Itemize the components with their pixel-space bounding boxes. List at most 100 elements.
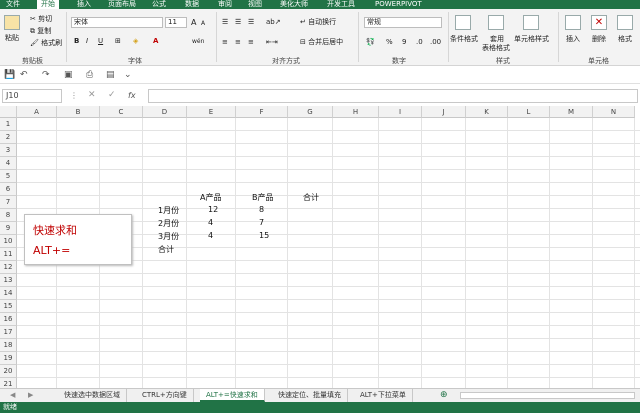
cell-feb-a[interactable]: 4 [208,218,213,227]
tab-powerpivot[interactable]: POWERPIVOT [375,0,422,9]
conditional-format-button[interactable]: 条件格式 [450,35,478,44]
row-header[interactable]: 16 [0,313,17,326]
tab-home[interactable]: 开始 [37,0,59,9]
delete-cells-icon[interactable]: ✕ [591,15,607,30]
format-as-table-line1[interactable]: 套用 [490,35,504,44]
number-format-select[interactable]: 常规 [364,17,442,28]
grow-font-button[interactable]: A [191,18,196,27]
column-header[interactable]: B [57,106,100,118]
sheet-tab-alt-dropdown[interactable]: ALT+下拉菜单 [354,389,413,402]
cell-feb-b[interactable]: 7 [259,218,264,227]
header-b-product[interactable]: B产品 [252,192,274,203]
indent-icon[interactable]: ⇤⇥ [266,38,278,47]
header-total[interactable]: 合计 [303,192,319,203]
column-header[interactable]: J [422,106,466,118]
column-header[interactable]: F [236,106,288,118]
print-icon[interactable]: ⎙ [86,70,93,80]
row-header[interactable]: 15 [0,300,17,313]
row-label-jan[interactable]: 1月份 [158,205,179,216]
tab-page-layout[interactable]: 页面布局 [108,0,136,9]
shrink-font-button[interactable]: A [201,19,205,28]
row-label-total[interactable]: 合计 [158,244,174,255]
column-header[interactable]: G [288,106,333,118]
row-header[interactable]: 2 [0,131,17,144]
cell-mar-b[interactable]: 15 [259,231,269,240]
save-icon[interactable]: 💾 [4,70,15,80]
insert-cells-icon[interactable] [565,15,581,30]
column-header[interactable]: D [143,106,187,118]
border-icon[interactable]: ⊞ [115,37,121,46]
column-header[interactable]: A [17,106,57,118]
align-middle-icon[interactable]: ☰ [235,18,241,27]
orientation-icon[interactable]: ab↗ [266,18,281,27]
sheet-tab-ctrl-arrow[interactable]: CTRL+方向键 [136,389,194,402]
cut-button[interactable]: ✂ 剪切 [30,15,52,24]
row-header[interactable]: 21 [0,378,17,388]
cell-styles-icon[interactable] [523,15,539,30]
undo-icon[interactable]: ↶ [20,70,28,80]
insert-cells-button[interactable]: 插入 [566,35,580,44]
align-left-icon[interactable]: ≡ [222,38,228,47]
align-right-icon[interactable]: ≡ [248,38,254,47]
cell-mar-a[interactable]: 4 [208,231,213,240]
paste-icon[interactable] [4,15,20,30]
insert-function-button[interactable]: fx [128,91,136,100]
column-header[interactable]: I [379,106,422,118]
format-painter-button[interactable]: 🖌 格式刷 [30,39,62,48]
increase-decimal-icon[interactable]: .0 [416,38,423,47]
column-header[interactable]: M [550,106,593,118]
tab-formulas[interactable]: 公式 [152,0,166,9]
tab-view[interactable]: 视图 [248,0,262,9]
row-header[interactable]: 14 [0,287,17,300]
tab-file[interactable]: 文件 [6,0,20,9]
currency-icon[interactable]: 💱 [366,38,375,47]
paste-button[interactable]: 粘贴 [5,34,19,43]
column-header[interactable]: E [187,106,236,118]
redo-icon[interactable]: ↷ [42,70,50,80]
row-header[interactable]: 20 [0,365,17,378]
format-as-table-line2[interactable]: 表格格式 [482,44,510,53]
cell-jan-a[interactable]: 12 [208,205,218,214]
name-box-options-icon[interactable]: ⋮ [70,91,78,100]
column-header[interactable]: K [466,106,508,118]
row-header[interactable]: 10 [0,235,17,248]
customize-icon[interactable]: ⌄ [124,70,132,80]
delete-cells-button[interactable]: 删除 [592,35,606,44]
table-format-icon[interactable] [488,15,504,30]
font-name-select[interactable]: 宋体 [71,17,163,28]
phonetic-button[interactable]: wén [192,37,204,46]
row-label-feb[interactable]: 2月份 [158,218,179,229]
row-header[interactable]: 1 [0,118,17,131]
row-label-mar[interactable]: 3月份 [158,231,179,242]
align-top-icon[interactable]: ☰ [222,18,228,27]
formula-input[interactable] [148,89,638,103]
align-center-icon[interactable]: ≡ [235,38,241,47]
format-cells-button[interactable]: 格式 [618,35,632,44]
preview-icon[interactable]: ▣ [64,70,73,80]
comma-button[interactable]: 9 [402,38,406,47]
decrease-decimal-icon[interactable]: .00 [430,38,441,47]
horizontal-scrollbar[interactable] [460,392,635,399]
row-header[interactable]: 7 [0,196,17,209]
name-box[interactable]: J10 [2,89,62,103]
tab-beautify[interactable]: 美化大师 [280,0,308,9]
row-header[interactable]: 5 [0,170,17,183]
row-header[interactable]: 6 [0,183,17,196]
merge-center-button[interactable]: ⊟ 合并后居中 [300,38,343,47]
column-header[interactable]: N [593,106,635,118]
row-header[interactable]: 17 [0,326,17,339]
scroll-left-icon[interactable]: ◀ [4,389,21,402]
wrap-text-button[interactable]: ↵ 自动换行 [300,18,336,27]
row-header[interactable]: 12 [0,261,17,274]
row-header[interactable]: 18 [0,339,17,352]
scroll-right-icon[interactable]: ▶ [22,389,39,402]
tab-developer[interactable]: 开发工具 [327,0,355,9]
select-all-corner[interactable] [0,106,17,118]
row-header[interactable]: 3 [0,144,17,157]
row-header[interactable]: 11 [0,248,17,261]
tab-insert[interactable]: 插入 [77,0,91,9]
add-sheet-button[interactable]: ⊕ [434,389,454,402]
enter-icon[interactable]: ✓ [108,91,116,100]
cancel-icon[interactable]: ✕ [88,91,96,100]
percent-button[interactable]: % [386,38,393,47]
